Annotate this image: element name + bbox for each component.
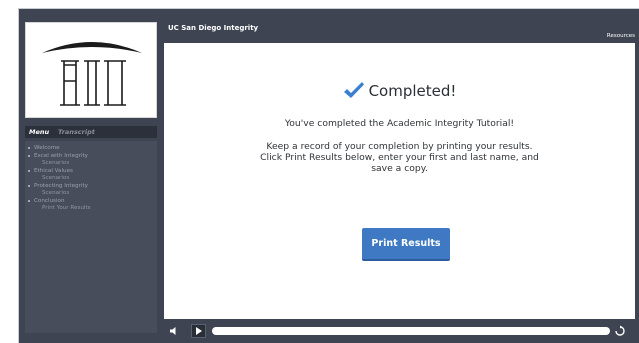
course-title: UC San Diego Integrity xyxy=(168,24,259,32)
sidebar-item-welcome[interactable]: Welcome xyxy=(25,145,157,152)
sidebar-item-label: Protecting Integrity xyxy=(34,183,88,189)
bullet-icon xyxy=(28,155,30,157)
sidebar-item-protecting-integrity[interactable]: Protecting Integrity Scenarios xyxy=(25,183,157,197)
instructions-line: Keep a record of your completion by prin… xyxy=(266,141,533,152)
sidebar-item-excel-with-integrity[interactable]: Excel with Integrity Scenarios xyxy=(25,153,157,167)
sidebar-item-conclusion[interactable]: Conclusion Print Your Results xyxy=(25,198,157,212)
slide-content: Completed! You've completed the Academic… xyxy=(164,43,635,319)
play-button[interactable] xyxy=(191,324,206,338)
seek-bar[interactable] xyxy=(212,327,610,335)
player-controls xyxy=(164,321,635,341)
sidebar-item-ethical-values[interactable]: Ethical Values Scenarios xyxy=(25,168,157,182)
sidebar-item-sublabel: Print Your Results xyxy=(42,205,91,211)
tab-menu[interactable]: Menu xyxy=(29,126,49,138)
sidebar-item-label: Ethical Values xyxy=(34,168,73,174)
sidebar-item-sublabel: Scenarios xyxy=(42,175,70,181)
resources-link[interactable]: Resources xyxy=(607,33,635,39)
replay-icon[interactable] xyxy=(614,325,626,337)
print-results-button[interactable]: Print Results xyxy=(362,228,450,261)
instructions-line: save a copy. xyxy=(371,163,428,174)
sidebar-item-sublabel: Scenarios xyxy=(42,190,70,196)
sidebar-item-label: Conclusion xyxy=(34,198,65,204)
sidebar-item-label: Excel with Integrity xyxy=(34,153,88,159)
aio-logo xyxy=(25,22,157,118)
play-icon xyxy=(196,327,202,335)
sidebar-item-sublabel: Scenarios xyxy=(42,160,70,166)
sidebar-item-label: Welcome xyxy=(34,145,60,151)
bullet-icon xyxy=(28,147,30,149)
completed-title: Completed! xyxy=(368,82,457,100)
sidebar: Menu Transcript Welcome Excel with Integ… xyxy=(23,13,158,333)
completed-heading: Completed! xyxy=(164,80,635,102)
instructions-line: Click Print Results below, enter your fi… xyxy=(260,152,539,163)
bullet-icon xyxy=(28,200,30,202)
menu-list: Welcome Excel with Integrity Scenarios E… xyxy=(25,141,157,333)
instructions-text: Keep a record of your completion by prin… xyxy=(164,141,635,174)
player-frame: Menu Transcript Welcome Excel with Integ… xyxy=(18,8,639,343)
volume-icon[interactable] xyxy=(168,325,180,337)
completion-message: You've completed the Academic Integrity … xyxy=(284,118,515,129)
checkmark-icon xyxy=(343,82,364,98)
bullet-icon xyxy=(28,170,30,172)
sidebar-tabs: Menu Transcript xyxy=(25,126,157,138)
tab-transcript[interactable]: Transcript xyxy=(58,126,95,138)
aio-logo-icon xyxy=(42,42,142,106)
bullet-icon xyxy=(28,185,30,187)
